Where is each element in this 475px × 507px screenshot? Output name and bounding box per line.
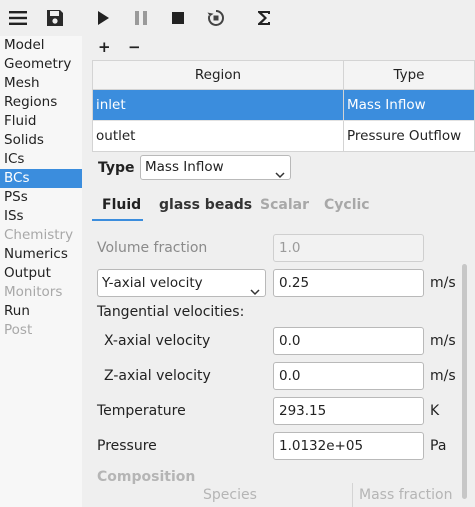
temperature-unit: K bbox=[430, 403, 440, 419]
play-icon[interactable] bbox=[93, 8, 113, 28]
sidebar-item-mesh[interactable]: Mesh bbox=[0, 74, 82, 93]
composition-header: Composition bbox=[97, 469, 196, 485]
axial-velocity-dropdown-value: Y-axial velocity bbox=[102, 275, 203, 291]
chevron-down-icon bbox=[275, 164, 285, 187]
sidebar-item-solids[interactable]: Solids bbox=[0, 131, 82, 150]
sum-icon[interactable] bbox=[254, 8, 274, 28]
region-column-header[interactable]: Region bbox=[93, 61, 343, 89]
region-cell: outlet bbox=[96, 128, 136, 144]
pressure-input[interactable]: 1.0132e+05 bbox=[273, 432, 424, 460]
volume-fraction-label: Volume fraction bbox=[97, 240, 208, 256]
type-cell: Mass Inflow bbox=[347, 97, 426, 113]
pressure-label: Pressure bbox=[97, 438, 157, 454]
sidebar-nav: Model Geometry Mesh Regions Fluid Solids… bbox=[0, 36, 82, 507]
remove-region-button[interactable]: − bbox=[128, 38, 141, 56]
temperature-label: Temperature bbox=[97, 403, 186, 419]
type-dropdown-value: Mass Inflow bbox=[145, 159, 224, 175]
sidebar-item-regions[interactable]: Regions bbox=[0, 93, 82, 112]
menu-icon[interactable] bbox=[8, 8, 28, 28]
volume-fraction-input[interactable]: 1.0 bbox=[273, 234, 424, 262]
sidebar-item-model[interactable]: Model bbox=[0, 36, 82, 55]
sidebar-item-monitors[interactable]: Monitors bbox=[0, 283, 82, 302]
tab-glass-beads[interactable]: glass beads bbox=[159, 189, 252, 221]
type-column-header[interactable]: Type bbox=[344, 61, 474, 89]
x-velocity-label: X-axial velocity bbox=[104, 333, 211, 349]
pressure-unit: Pa bbox=[430, 438, 447, 454]
sidebar-item-post[interactable]: Post bbox=[0, 321, 82, 340]
axial-velocity-dropdown[interactable]: Y-axial velocity bbox=[97, 269, 266, 297]
tab-scalar[interactable]: Scalar bbox=[260, 189, 309, 221]
bc-panel: + − Region Type inlet Mass Inflow outlet… bbox=[82, 36, 475, 507]
table-header: Region Type bbox=[93, 61, 474, 90]
axial-velocity-input[interactable]: 0.25 bbox=[273, 269, 424, 297]
table-row[interactable]: inlet Mass Inflow bbox=[93, 90, 474, 121]
region-cell: inlet bbox=[96, 97, 126, 113]
sidebar-item-fluid[interactable]: Fluid bbox=[0, 112, 82, 131]
axial-velocity-unit: m/s bbox=[430, 275, 456, 291]
scrollbar[interactable] bbox=[462, 264, 467, 499]
add-region-button[interactable]: + bbox=[98, 38, 111, 56]
phase-tabs: Fluid glass beads Scalar Cyclic bbox=[82, 189, 475, 221]
mass-fraction-column-header[interactable]: Mass fraction bbox=[359, 487, 452, 503]
active-tab-indicator bbox=[92, 219, 143, 221]
save-icon[interactable] bbox=[45, 8, 65, 28]
sidebar-item-numerics[interactable]: Numerics bbox=[0, 245, 82, 264]
sidebar-item-pss[interactable]: PSs bbox=[0, 188, 82, 207]
tangential-velocities-header: Tangential velocities: bbox=[97, 304, 245, 320]
x-velocity-input[interactable]: 0.0 bbox=[273, 327, 424, 355]
column-divider bbox=[352, 483, 353, 507]
reset-icon[interactable] bbox=[206, 8, 226, 28]
z-velocity-input[interactable]: 0.0 bbox=[273, 362, 424, 390]
chevron-down-icon bbox=[250, 279, 260, 305]
species-column-header[interactable]: Species bbox=[203, 487, 257, 503]
toolbar bbox=[0, 0, 475, 36]
type-label: Type bbox=[98, 160, 135, 176]
tab-fluid[interactable]: Fluid bbox=[102, 189, 141, 221]
sidebar-item-iss[interactable]: ISs bbox=[0, 207, 82, 226]
type-dropdown[interactable]: Mass Inflow bbox=[140, 155, 291, 180]
sidebar-item-ics[interactable]: ICs bbox=[0, 150, 82, 169]
z-velocity-unit: m/s bbox=[430, 368, 456, 384]
bc-regions-table: Region Type inlet Mass Inflow outlet Pre… bbox=[92, 60, 475, 152]
sidebar-item-bcs[interactable]: BCs bbox=[0, 169, 82, 188]
sidebar-item-geometry[interactable]: Geometry bbox=[0, 55, 82, 74]
temperature-input[interactable]: 293.15 bbox=[273, 397, 424, 425]
table-row[interactable]: outlet Pressure Outflow bbox=[93, 121, 474, 151]
z-velocity-label: Z-axial velocity bbox=[104, 368, 211, 384]
sidebar-item-chemistry[interactable]: Chemistry bbox=[0, 226, 82, 245]
type-cell: Pressure Outflow bbox=[347, 128, 462, 144]
tab-cyclic[interactable]: Cyclic bbox=[324, 189, 370, 221]
stop-icon[interactable] bbox=[168, 8, 188, 28]
sidebar-item-output[interactable]: Output bbox=[0, 264, 82, 283]
sidebar-item-run[interactable]: Run bbox=[0, 302, 82, 321]
x-velocity-unit: m/s bbox=[430, 333, 456, 349]
pause-icon[interactable] bbox=[131, 8, 151, 28]
